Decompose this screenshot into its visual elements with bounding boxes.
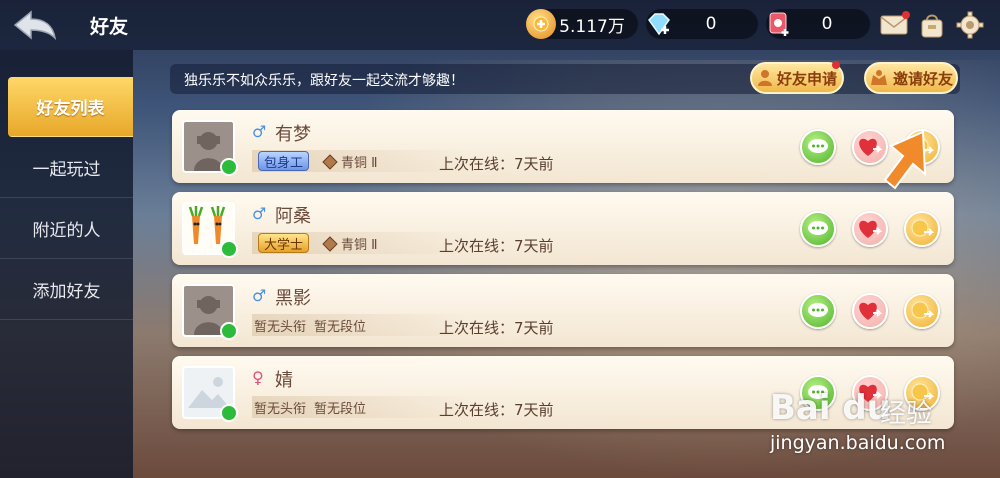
page-title: 好友 [90,16,129,38]
male-icon: ♂ [252,204,267,223]
friend-card[interactable]: ♂ 黑影 暂无头衔 暂无段位 上次在线：7天前 [172,274,954,347]
sidebar-item-label: 附近的人 [32,221,101,241]
coins-counter[interactable]: 5.117万 [526,9,638,39]
watermark-url: jingyan.baidu.com [770,432,946,454]
person-icon [757,70,772,86]
male-icon: ♂ [252,286,267,305]
rank-text: 青铜 Ⅱ [341,238,378,253]
diamond-plus-icon[interactable] [644,9,674,39]
chat-bubble-icon [808,139,828,153]
watermark-logo: Bai du [770,388,891,428]
mail-button[interactable] [878,9,910,41]
chat-bubble-icon [808,221,828,235]
chat-bubble-icon [808,303,828,317]
sidebar-item-label: 添加好友 [32,282,101,302]
friend-card[interactable]: ♂ 阿桑 大学士 青铜 Ⅱ 上次在线：7天前 [172,192,954,265]
crown-bag-icon [870,70,887,85]
friend-name: 黑影 [275,288,311,309]
last-online-text: 上次在线：7天前 [439,155,554,173]
mail-notification-dot [902,11,910,19]
send-heart-button[interactable] [852,293,888,329]
heart-send-icon [859,302,883,320]
sidebar-item-friend-list[interactable]: 好友列表 [8,77,133,137]
last-online-text: 上次在线：7天前 [439,237,554,255]
coins-value: 5.117万 [559,16,625,37]
back-arrow-icon [13,10,57,40]
ticket-plus-icon[interactable] [764,9,794,39]
heart-send-icon [859,220,883,238]
last-online-text: 上次在线：7天前 [439,319,554,337]
invite-play-button[interactable] [904,211,940,247]
wechat-icon [220,158,238,176]
watermark-chinese: 经验 [880,399,933,429]
friend-name: 婧 [275,370,293,391]
friend-name: 有梦 [275,124,311,145]
sidebar-item-add-friend[interactable]: 添加好友 [0,260,133,320]
send-heart-button[interactable] [852,211,888,247]
gear-icon [956,11,984,39]
rank-text: 暂无段位 [314,320,367,335]
request-notification-dot [832,61,840,69]
invite-play-icon [911,301,934,319]
wechat-icon [220,404,238,422]
bronze-rank-icon [322,153,338,170]
invite-friend-label: 邀请好友 [892,69,953,88]
wechat-icon [220,322,238,340]
rank-label: 青铜 Ⅱ [322,152,378,171]
title-text: 暂无头衔 [254,320,307,335]
annotation-arrow-icon [883,130,927,190]
sidebar-item-label: 好友列表 [36,99,105,119]
chat-button[interactable] [800,211,836,247]
bronze-rank-icon [322,235,338,252]
friend-request-label: 好友申请 [776,69,837,88]
friend-request-button[interactable]: 好友申请 [750,61,844,94]
chat-button[interactable] [800,293,836,329]
rank-label: 青铜 Ⅱ [322,234,378,253]
last-online-text: 上次在线：7天前 [439,401,554,419]
settings-button[interactable] [954,9,986,41]
tickets-counter[interactable]: 0 [766,9,870,39]
sidebar: 好友列表 一起玩过 附近的人 添加好友 [0,50,133,478]
shop-button[interactable] [916,9,948,41]
diamonds-counter[interactable]: 0 [646,9,758,39]
tagline-text: 独乐乐不如众乐乐，跟好友一起交流才够趣！ [184,73,464,89]
sidebar-item-label: 一起玩过 [32,160,101,180]
title-badge: 包身工 [258,151,310,171]
invite-friend-button[interactable]: 邀请好友 [864,62,958,94]
coin-plus-icon[interactable] [526,9,556,39]
chat-button[interactable] [800,129,836,165]
sidebar-item-nearby[interactable]: 附近的人 [0,199,133,259]
tickets-value: 0 [821,14,833,34]
diamonds-value: 0 [705,14,717,34]
female-icon: ♀ [252,368,264,387]
top-bar: 好友 5.117万 0 0 [0,0,1000,50]
sidebar-item-played-together[interactable]: 一起玩过 [0,138,133,198]
shop-bag-icon [921,14,943,38]
title-text: 暂无头衔 [254,402,307,417]
friend-name: 阿桑 [275,206,311,227]
invite-play-button[interactable] [904,293,940,329]
rank-text: 青铜 Ⅱ [341,156,378,171]
male-icon: ♂ [252,122,267,141]
rank-text: 暂无段位 [314,402,367,417]
title-badge: 大学士 [258,233,310,253]
wechat-icon [220,240,238,258]
back-button[interactable] [10,6,60,44]
invite-play-icon [911,219,934,237]
friend-card[interactable]: ♂ 有梦 包身工 青铜 Ⅱ 上次在线：7天前 [172,110,954,183]
